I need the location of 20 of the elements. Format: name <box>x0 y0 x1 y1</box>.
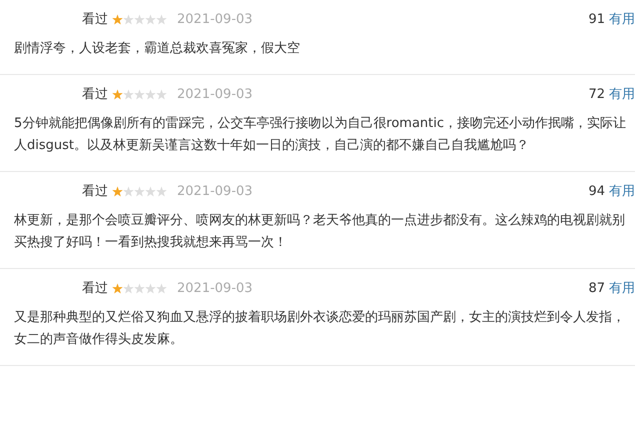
review-text: 又是那种典型的又烂俗又狗血又悬浮的披着职场剧外衣谈恋爱的玛丽苏国产剧，女主的演技烂到令人发指，女二的声音做作得头皮发麻。 <box>14 309 626 349</box>
watched-status: 看过 <box>82 11 108 28</box>
watched-status: 看过 <box>82 280 108 297</box>
review-date: 2021-09-03 <box>177 184 253 198</box>
review-text: 林更新，是那个会喷豆瓣评分、喷网友的林更新吗？老天爷他真的一点进步都没有。这么辣鸡的电视剧就别买热搜了好吗！一看到热搜我就想来再骂一次！ <box>14 212 626 252</box>
useful-link[interactable]: 有用 <box>609 279 635 297</box>
vote-count: 87 <box>588 280 605 296</box>
vote-count: 91 <box>588 12 605 26</box>
review-text: 剧情浮夸，人设老套，霸道总裁欢喜冤家，假大空 <box>14 40 301 58</box>
review-text: 5分钟就能把偶像剧所有的雷踩完，公交车亭强行接吻以为自己很romantic，接吻完还小动作抿嘴，实际让人disgust。以及林更新吴谨言这数十年如一日的演技，自己演的都不嫌自己自我尴尬吗？ <box>14 115 628 155</box>
useful-link[interactable]: 有用 <box>609 85 635 103</box>
watched-status: 看过 <box>82 86 108 103</box>
review-date: 2021-09-03 <box>177 12 253 26</box>
useful-link[interactable]: 有用 <box>609 10 635 28</box>
review-date: 2021-09-03 <box>177 280 253 296</box>
useful-link[interactable]: 有用 <box>609 182 635 200</box>
vote-count: 94 <box>588 184 605 198</box>
review-date: 2021-09-03 <box>177 86 253 102</box>
watched-status: 看过 <box>82 183 108 200</box>
vote-count: 72 <box>588 86 605 102</box>
